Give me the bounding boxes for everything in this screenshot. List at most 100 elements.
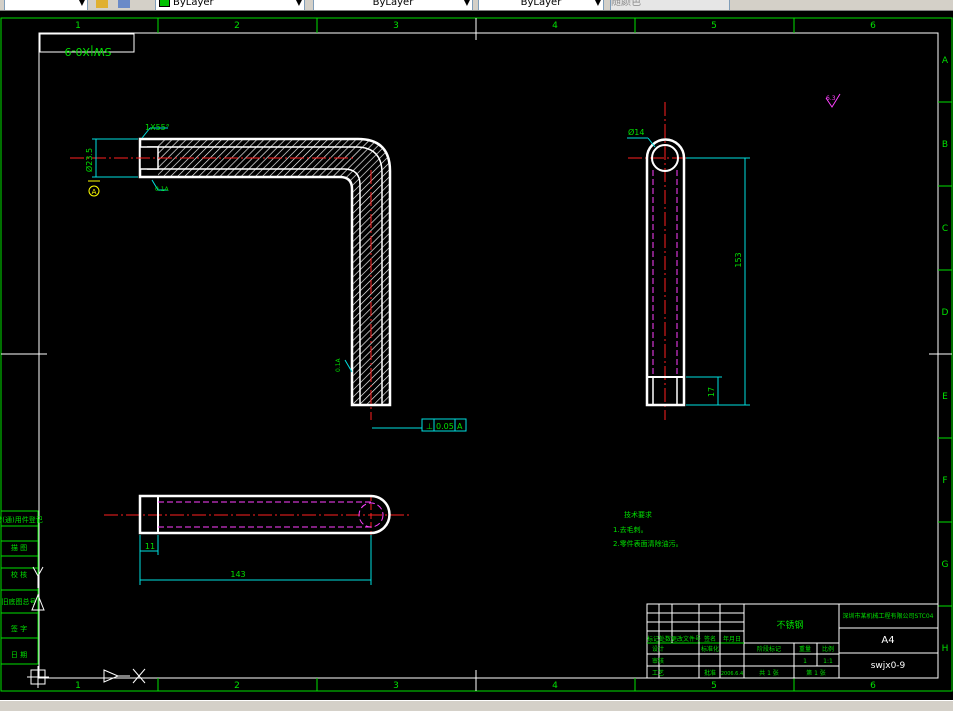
layer-dropdown[interactable]: ▼ [4, 0, 88, 10]
strip-label: 签 字 [11, 624, 27, 633]
row-label: A [942, 56, 949, 66]
sheet-number: 第 1 张 [806, 669, 826, 677]
notes-line2: 2.零件表面清除油污。 [613, 539, 683, 548]
designer-label: 设计 [652, 645, 664, 653]
row-label: H [942, 644, 949, 654]
drawing-canvas[interactable]: 1 2 3 4 5 6 1 2 3 4 5 6 A B C D E F G H … [0, 11, 953, 700]
col-label: 2 [234, 681, 240, 691]
color-label: ByLayer [173, 0, 214, 8]
column-labels: 1 2 3 4 5 6 1 2 3 4 5 6 [75, 21, 876, 691]
notes-title: 技术要求 [624, 510, 652, 519]
col-label: 4 [552, 681, 558, 691]
col-label: 6 [870, 21, 876, 31]
std-label: 标准化 [701, 645, 719, 653]
roughness-2: 0.1A [335, 357, 342, 372]
rev-count: 处数 [659, 635, 671, 643]
rev-mark: 标记 [647, 635, 659, 643]
date-value: 2006.6.4 [721, 671, 743, 677]
dia14-dim: Ø14 [628, 127, 644, 137]
front-view-bent-pipe [70, 137, 392, 420]
top-view-pipe [104, 494, 410, 535]
linetype-dropdown[interactable]: ByLayer ▼ [313, 0, 473, 10]
stage-label: 阶段标记 [757, 645, 781, 653]
datum-a-label: A [92, 188, 97, 196]
strip-label: 旧底图总号 [2, 597, 37, 606]
column-ticks [1, 18, 952, 691]
len17-dim: 17 [707, 387, 716, 397]
layer-states-icon[interactable] [118, 0, 130, 8]
strip-label: 日 期 [11, 651, 27, 659]
side-view-dim-text: Ø14 153 17 [628, 127, 743, 397]
top-view-dims [139, 535, 372, 585]
row-label: C [942, 224, 948, 234]
col-label: 5 [711, 21, 717, 31]
chevron-down-icon: ▼ [78, 0, 85, 7]
notes-line1: 1.去毛刺。 [613, 525, 648, 534]
dia23-dim: Ø23.5 [84, 148, 94, 172]
company-name: 深圳市某机械工程有限公司STC04 [843, 612, 934, 620]
layer-manager-icon[interactable] [96, 0, 108, 8]
strip-label: 借(通)用件登记 [0, 515, 43, 524]
surface-value: 6.3 [826, 95, 836, 102]
left-strip-labels: 借(通)用件登记 描 图 校 核 旧底图总号 签 字 日 期 [0, 515, 43, 659]
col-label: 5 [711, 681, 717, 691]
strip-label: 校 核 [11, 570, 27, 579]
weight-label: 重量 [799, 645, 811, 653]
chevron-down-icon: ▼ [594, 0, 601, 7]
lineweight-label: ByLayer [520, 0, 562, 8]
row-label: G [942, 560, 949, 570]
rev-date: 年月日 [723, 635, 741, 643]
row-label: E [942, 392, 948, 402]
paper-size: A4 [881, 635, 894, 646]
corner-tag: SW|X0-9 [64, 45, 111, 58]
col-label: 1 [75, 681, 81, 691]
len153-dim: 153 [734, 252, 743, 267]
lineweight-dropdown[interactable]: ByLayer ▼ [478, 0, 604, 10]
surface-finish-symbol: 6.3 [825, 93, 841, 108]
len143-dim: 143 [230, 570, 245, 579]
chevron-down-icon: ▼ [295, 0, 302, 7]
row-labels: A B C D E F G H [942, 56, 949, 654]
technical-notes: 技术要求 1.去毛刺。 2.零件表面清除油污。 [613, 510, 683, 548]
drawing-frame [0, 17, 953, 692]
linetype-label: ByLayer [372, 0, 414, 8]
plotstyle-dropdown[interactable]: 随颜色 [610, 0, 730, 10]
roughness-1: 0.1A [155, 186, 170, 193]
quantity-value: 1 [803, 658, 807, 665]
chevron-down-icon: ▼ [463, 0, 470, 7]
rev-doc: 更改文件号 [671, 635, 701, 643]
len11-dim: 11 [145, 542, 155, 551]
plotstyle-label: 随颜色 [611, 0, 641, 8]
row-label: B [942, 140, 948, 150]
col-label: 1 [75, 21, 81, 31]
col-label: 3 [393, 21, 399, 31]
row-label: D [942, 308, 949, 318]
approve-label: 批准 [704, 669, 716, 677]
top-view-dim-text: 11 143 [145, 542, 246, 579]
tolerance-datum: A [457, 422, 463, 431]
ucs-icon [27, 566, 146, 688]
strip-label: 描 图 [11, 543, 27, 552]
color-dropdown[interactable]: ByLayer ▼ [155, 0, 305, 10]
color-swatch-icon [159, 0, 170, 7]
col-label: 3 [393, 681, 399, 691]
ratio-label: 比例 [822, 645, 834, 653]
side-view-pipe [628, 102, 700, 420]
chamfer-dim: 1X55° [145, 123, 170, 132]
drawing-number: swjx0-9 [871, 661, 906, 671]
col-label: 4 [552, 21, 558, 31]
cad-drawing: 1 2 3 4 5 6 1 2 3 4 5 6 A B C D E F G H … [0, 17, 953, 692]
material: 不锈钢 [776, 619, 803, 631]
status-bar [0, 700, 953, 711]
side-view-dims [627, 137, 750, 406]
col-label: 6 [870, 681, 876, 691]
checker-label: 审核 [652, 657, 664, 665]
scale-value: 1:1 [823, 658, 833, 665]
properties-toolbar: ▼ ByLayer ▼ ByLayer ▼ ByLayer ▼ 随颜色 [0, 0, 953, 11]
rev-sign: 签名 [704, 635, 716, 643]
tolerance-value: 0.05 [436, 422, 454, 431]
row-label: F [942, 476, 947, 486]
left-strip-table [0, 510, 39, 665]
col-label: 2 [234, 21, 240, 31]
sheet-count: 共 1 张 [759, 669, 779, 677]
